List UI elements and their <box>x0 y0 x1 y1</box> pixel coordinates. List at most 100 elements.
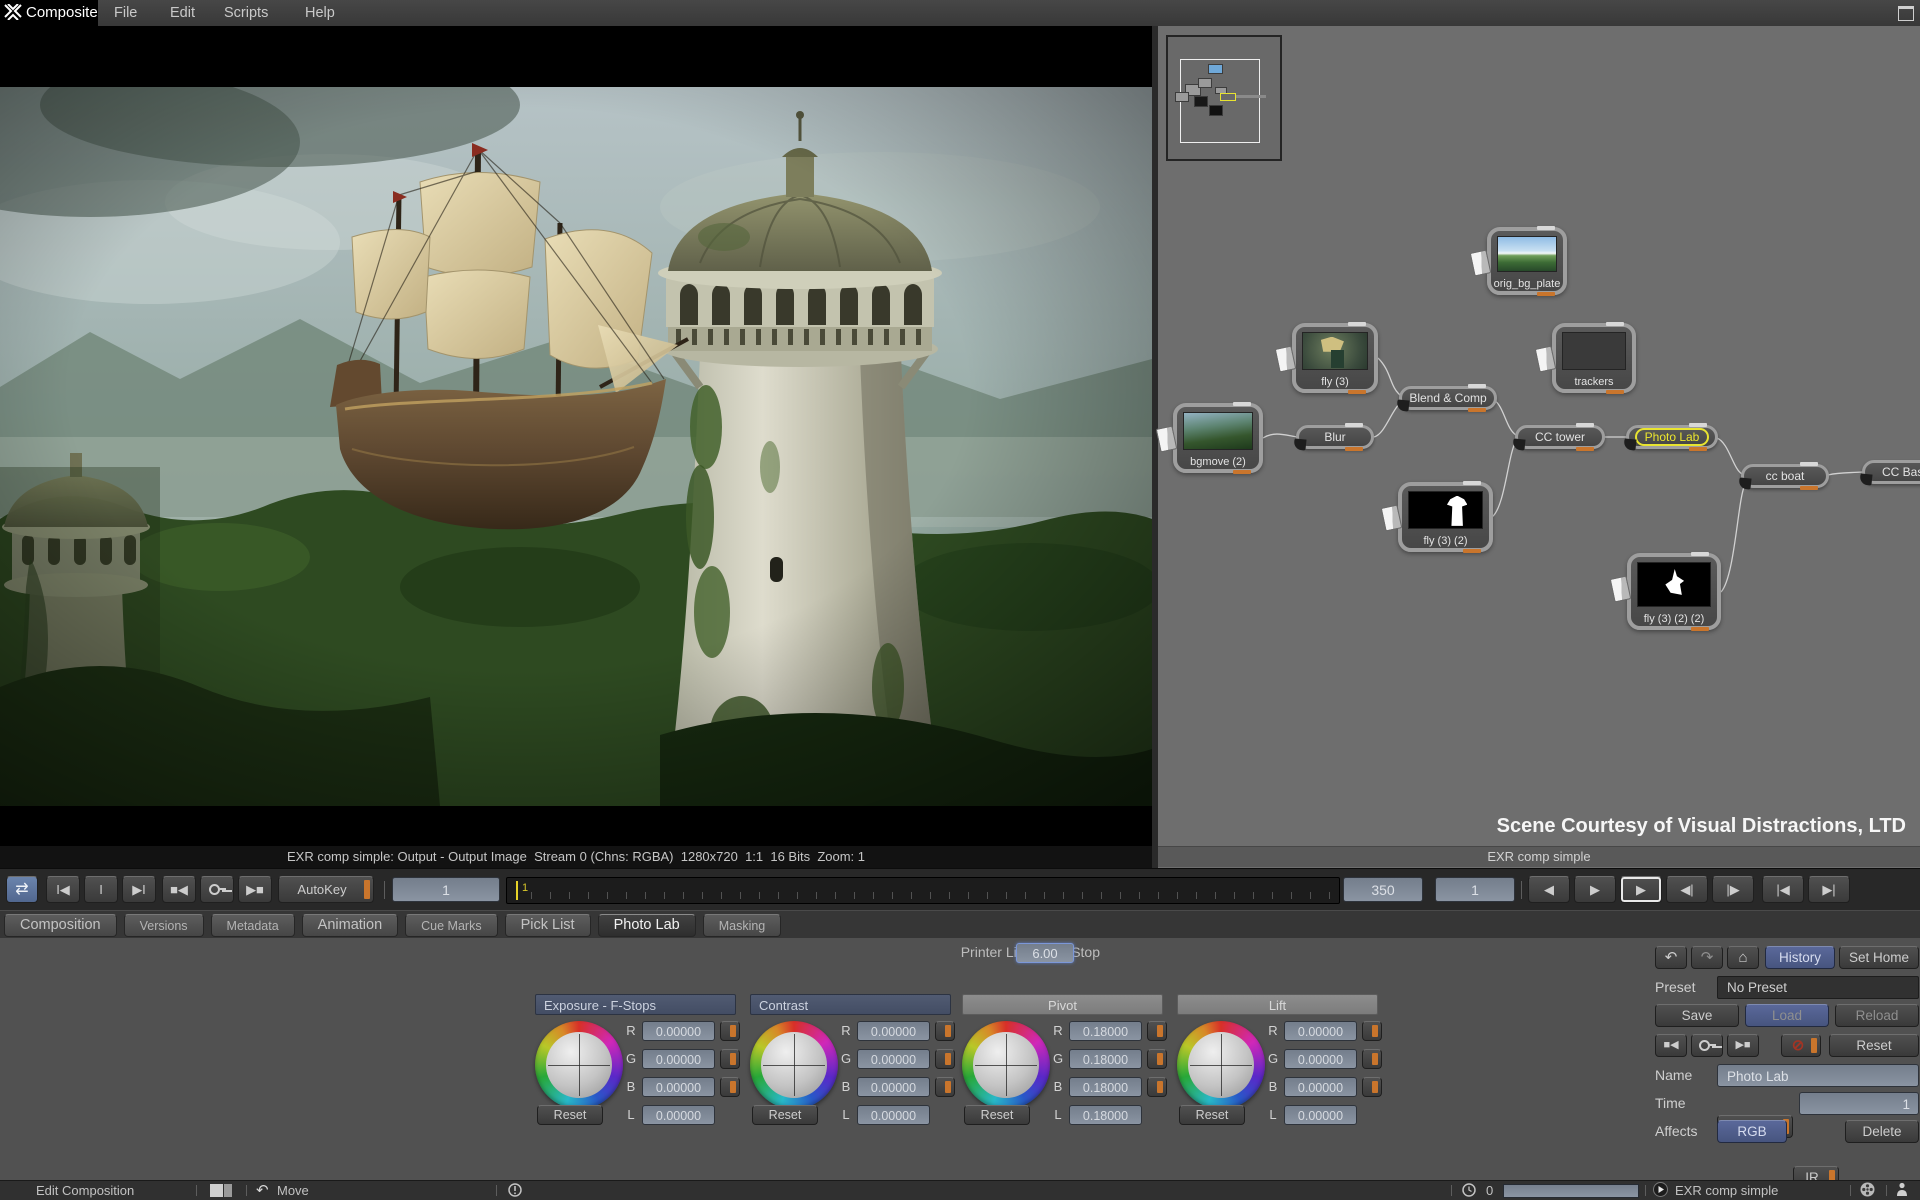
tab-versions[interactable]: Versions <box>124 914 204 937</box>
step-forward-button[interactable]: |▶ <box>1712 876 1754 903</box>
history-button[interactable]: History <box>1765 946 1835 969</box>
node-render-tick[interactable] <box>1463 549 1481 553</box>
printer-lights-field[interactable]: 6.00 <box>1016 943 1074 963</box>
node-output-tick[interactable] <box>1348 322 1366 326</box>
play-forward-button[interactable]: ▶ <box>1574 876 1616 903</box>
tab-cue-marks[interactable]: Cue Marks <box>405 914 497 937</box>
node-render-tick[interactable] <box>1348 390 1366 394</box>
play-status-icon[interactable] <box>1653 1181 1668 1200</box>
tab-pick-list[interactable]: Pick List <box>505 914 591 937</box>
menu-edit[interactable]: Edit <box>160 0 205 26</box>
reset-button[interactable]: Reset <box>1829 1034 1919 1057</box>
node-render-tick[interactable] <box>1689 447 1707 451</box>
node-fly-3-2-2[interactable]: fly (3) (2) (2) <box>1627 553 1721 630</box>
node-fly-3[interactable]: fly (3) <box>1292 323 1378 393</box>
prev-keyframe-button[interactable]: ■◀ <box>162 876 196 903</box>
node-trackers[interactable]: trackers <box>1552 323 1636 393</box>
node-render-tick[interactable] <box>1800 486 1818 490</box>
node-orig-bg-plate[interactable]: orig_bg_plate <box>1487 227 1567 295</box>
node-photo-lab[interactable]: Photo Lab <box>1626 425 1718 449</box>
tab-metadata[interactable]: Metadata <box>211 914 295 937</box>
current-frame-field[interactable]: 1 <box>392 877 500 902</box>
menu-scripts[interactable]: Scripts <box>214 0 278 26</box>
menu-file[interactable]: File <box>104 0 147 26</box>
window-icon[interactable] <box>1898 6 1914 21</box>
lift-r-field[interactable]: 0.00000 <box>1284 1021 1357 1041</box>
pivot-r-anim-chip[interactable] <box>1147 1021 1167 1041</box>
node-cc-tower[interactable]: CC tower <box>1515 425 1605 449</box>
user-icon[interactable] <box>1896 1181 1908 1200</box>
node-cc-basics[interactable]: CC Basics <box>1862 460 1920 484</box>
lift-color-wheel[interactable] <box>1177 1021 1265 1109</box>
wheel-crosshair[interactable] <box>546 1032 612 1098</box>
step-back-button[interactable]: ◀| <box>1666 876 1708 903</box>
node-render-tick[interactable] <box>1691 627 1709 631</box>
exposure-reset-button[interactable]: Reset <box>537 1105 603 1125</box>
set-key-button[interactable] <box>1691 1034 1723 1057</box>
exposure-r-anim-chip[interactable] <box>720 1021 740 1041</box>
next-keyframe-button[interactable]: ▶■ <box>238 876 272 903</box>
exposure-r-field[interactable]: 0.00000 <box>642 1021 715 1041</box>
lift-l-field[interactable]: 0.00000 <box>1284 1105 1357 1125</box>
group-header[interactable]: Pivot <box>962 994 1163 1015</box>
node-output-tick[interactable] <box>1800 462 1818 466</box>
node-output-tick[interactable] <box>1576 423 1594 427</box>
node-render-tick[interactable] <box>1468 408 1486 412</box>
group-header[interactable]: Contrast <box>750 994 951 1015</box>
contrast-color-wheel[interactable] <box>750 1021 838 1109</box>
exposure-l-field[interactable]: 0.00000 <box>642 1105 715 1125</box>
exposure-g-field[interactable]: 0.00000 <box>642 1049 715 1069</box>
exposure-b-field[interactable]: 0.00000 <box>642 1077 715 1097</box>
timeline-ruler[interactable]: 1 <box>506 877 1340 904</box>
node-blur[interactable]: Blur <box>1296 425 1374 449</box>
current-frame-button[interactable]: I <box>84 876 118 903</box>
group-header[interactable]: Exposure - F-Stops <box>535 994 736 1015</box>
jump-to-end-button[interactable]: ▶| <box>1808 876 1850 903</box>
pivot-b-field[interactable]: 0.18000 <box>1069 1077 1142 1097</box>
exposure-b-anim-chip[interactable] <box>720 1077 740 1097</box>
node-output-tick[interactable] <box>1606 322 1624 326</box>
tab-composition[interactable]: Composition <box>4 914 117 937</box>
node-output-tick[interactable] <box>1691 552 1709 556</box>
node-bgmove-2[interactable]: bgmove (2) <box>1173 403 1263 473</box>
goto-first-frame-button[interactable]: I◀ <box>46 876 80 903</box>
node-output-tick[interactable] <box>1463 481 1481 485</box>
contrast-reset-button[interactable]: Reset <box>752 1105 818 1125</box>
delete-button[interactable]: Delete <box>1845 1120 1919 1143</box>
group-header[interactable]: Lift <box>1177 994 1378 1015</box>
wheel-crosshair[interactable] <box>973 1032 1039 1098</box>
pivot-b-anim-chip[interactable] <box>1147 1077 1167 1097</box>
set-key-button[interactable] <box>200 876 234 903</box>
lift-g-field[interactable]: 0.00000 <box>1284 1049 1357 1069</box>
play-current-button[interactable]: ▶ <box>1620 876 1662 903</box>
tab-photo-lab[interactable]: Photo Lab <box>598 914 696 937</box>
schematic-panel[interactable]: orig_bg_plate fly (3) trackers bgmove (2… <box>1152 26 1920 868</box>
node-output-tick[interactable] <box>1689 423 1707 427</box>
node-render-tick[interactable] <box>1606 390 1624 394</box>
goto-last-frame-button[interactable]: ▶I <box>122 876 156 903</box>
menu-help[interactable]: Help <box>295 0 345 26</box>
pivot-g-anim-chip[interactable] <box>1147 1049 1167 1069</box>
range-end-field[interactable]: 350 <box>1343 877 1423 902</box>
contrast-g-field[interactable]: 0.00000 <box>857 1049 930 1069</box>
node-output-tick[interactable] <box>1233 402 1251 406</box>
mute-button[interactable]: ⊘ <box>1781 1034 1821 1057</box>
reload-button[interactable]: Reload <box>1835 1004 1919 1027</box>
next-keyframe-button[interactable]: ▶■ <box>1727 1034 1759 1057</box>
redo-button[interactable]: ↷ <box>1691 946 1723 969</box>
viewer-canvas[interactable] <box>0 87 1152 806</box>
exposure-color-wheel[interactable] <box>535 1021 623 1109</box>
tab-animation[interactable]: Animation <box>302 914 398 937</box>
wheel-crosshair[interactable] <box>1188 1032 1254 1098</box>
home-button[interactable]: ⌂ <box>1727 946 1759 969</box>
node-output-tick[interactable] <box>1468 384 1486 388</box>
node-blend-comp[interactable]: Blend & Comp <box>1399 386 1497 410</box>
node-output-tick[interactable] <box>1345 423 1363 427</box>
node-render-tick[interactable] <box>1233 470 1251 474</box>
lift-b-anim-chip[interactable] <box>1362 1077 1382 1097</box>
lift-reset-button[interactable]: Reset <box>1179 1105 1245 1125</box>
name-field[interactable]: Photo Lab <box>1717 1064 1919 1087</box>
increment-field[interactable]: 1 <box>1435 877 1515 902</box>
lift-r-anim-chip[interactable] <box>1362 1021 1382 1041</box>
contrast-l-field[interactable]: 0.00000 <box>857 1105 930 1125</box>
